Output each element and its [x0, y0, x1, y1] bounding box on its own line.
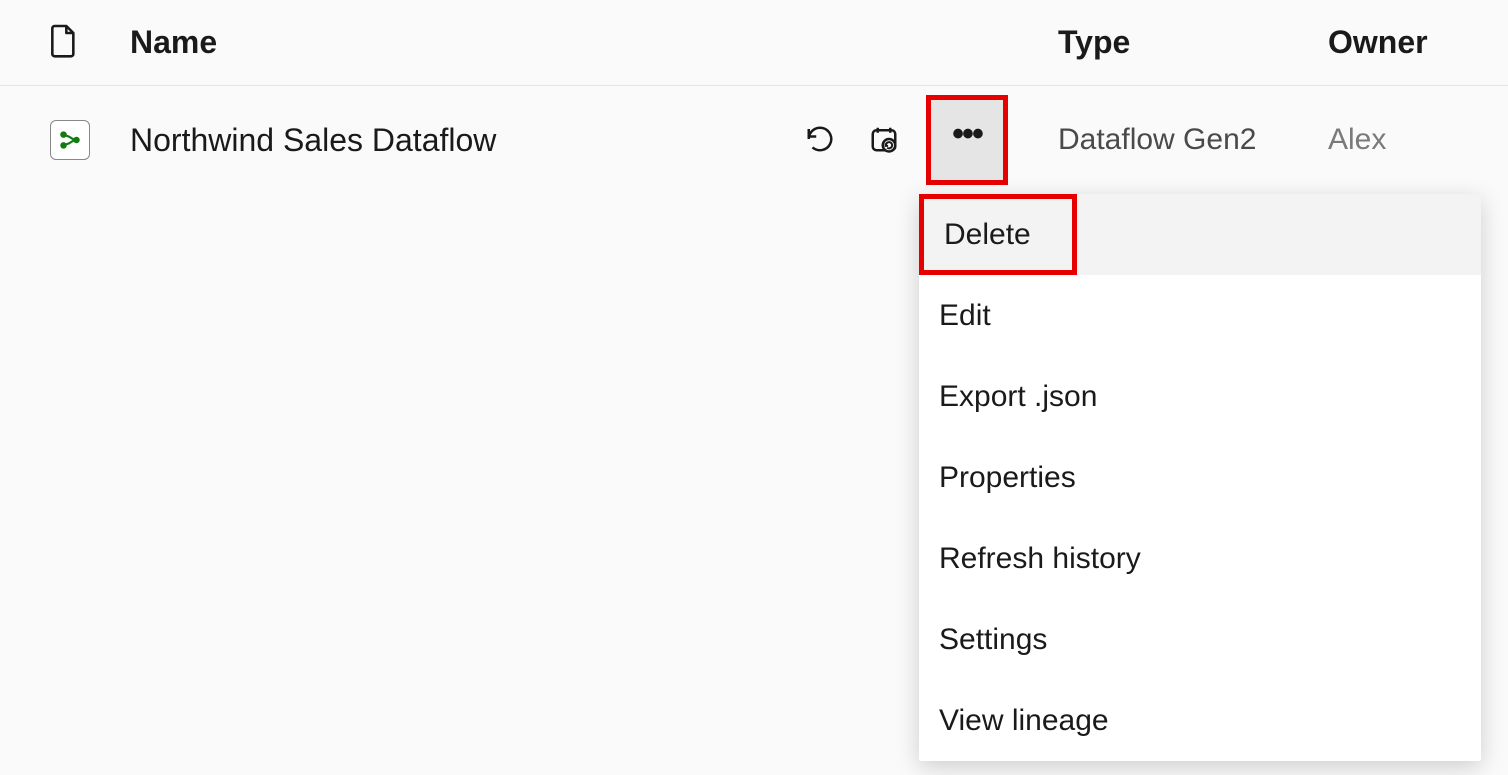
table-header-row: Name Type Owner: [0, 0, 1508, 86]
row-actions: •••: [798, 95, 1028, 185]
menu-item-edit[interactable]: Edit: [919, 275, 1481, 356]
menu-item-settings[interactable]: Settings: [919, 599, 1481, 680]
row-owner: Alex: [1328, 123, 1488, 157]
ellipsis-icon: •••: [952, 117, 982, 151]
schedule-refresh-icon: [869, 124, 899, 157]
refresh-icon: [805, 124, 835, 157]
menu-item-refresh-history[interactable]: Refresh history: [919, 518, 1481, 599]
header-type[interactable]: Type: [1028, 24, 1328, 61]
dataflow-icon: [50, 120, 90, 160]
menu-item-export-json[interactable]: Export .json: [919, 356, 1481, 437]
more-options-button[interactable]: •••: [926, 95, 1008, 185]
file-icon: [50, 22, 78, 63]
menu-item-view-lineage[interactable]: View lineage: [919, 680, 1481, 761]
context-menu: Delete Edit Export .json Properties Refr…: [919, 194, 1481, 761]
row-type: Dataflow Gen2: [1028, 123, 1328, 157]
refresh-button[interactable]: [798, 118, 842, 162]
row-name[interactable]: Northwind Sales Dataflow: [130, 122, 798, 159]
header-name[interactable]: Name: [130, 24, 798, 61]
items-table: Name Type Owner Northwind Sales Dataflow: [0, 0, 1508, 194]
table-row[interactable]: Northwind Sales Dataflow: [0, 86, 1508, 194]
header-icon-col: [20, 22, 130, 63]
schedule-refresh-button[interactable]: [862, 118, 906, 162]
header-owner[interactable]: Owner: [1328, 24, 1488, 61]
row-icon-col: [20, 120, 130, 160]
menu-item-delete[interactable]: Delete: [919, 194, 1077, 275]
menu-item-properties[interactable]: Properties: [919, 437, 1481, 518]
